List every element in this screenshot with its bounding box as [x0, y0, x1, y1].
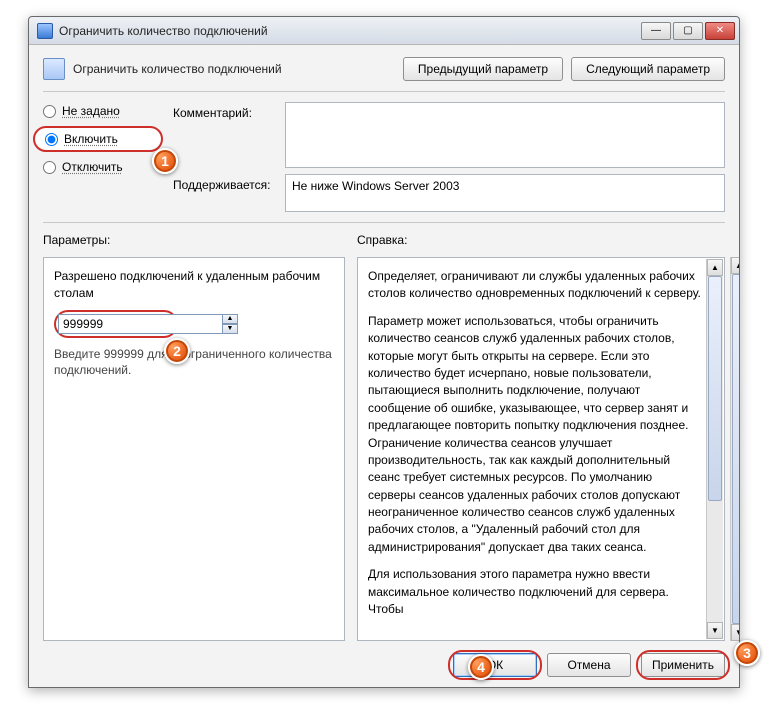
state-radios: Не задано Включить Отключить: [43, 102, 163, 212]
param-label: Разрешено подключений к удаленным рабочи…: [54, 268, 334, 302]
comment-textarea[interactable]: [285, 102, 725, 168]
ok-button[interactable]: ОК: [453, 653, 537, 677]
radio-not-configured-label: Не задано: [62, 104, 120, 118]
connections-spinner: ▲ ▼: [54, 310, 178, 338]
panes-wrap: Разрешено подключений к удаленным рабочи…: [43, 257, 725, 641]
dialog-buttons: ОК Отмена Применить: [43, 651, 725, 677]
window-title: Ограничить количество подключений: [59, 24, 641, 38]
titlebar: Ограничить количество подключений — ▢ ✕: [29, 17, 739, 45]
supported-label: Поддерживается:: [173, 174, 277, 192]
outer-scroll-down[interactable]: ▼: [731, 624, 739, 641]
help-p3: Для использования этого параметра нужно …: [368, 566, 702, 618]
separator: [43, 91, 725, 92]
outer-scrollbar[interactable]: ▲ ▼: [730, 257, 739, 641]
prev-setting-button[interactable]: Предыдущий параметр: [403, 57, 563, 81]
outer-scroll-track[interactable]: [731, 274, 739, 624]
help-pane: Определяет, ограничивают ли службы удале…: [357, 257, 725, 641]
supported-value: Не ниже Windows Server 2003: [285, 174, 725, 212]
radio-not-configured-input[interactable]: [43, 105, 56, 118]
config-row: Не задано Включить Отключить Комментарий…: [43, 102, 725, 212]
radio-disabled[interactable]: Отключить: [43, 160, 163, 174]
scroll-track[interactable]: [707, 276, 723, 622]
cancel-button[interactable]: Отмена: [547, 653, 631, 677]
supported-row: Поддерживается: Не ниже Windows Server 2…: [173, 174, 725, 212]
options-header: Параметры:: [43, 233, 341, 247]
window-buttons: — ▢ ✕: [641, 22, 735, 40]
minimize-button[interactable]: —: [641, 22, 671, 40]
radio-enabled-input[interactable]: [45, 133, 58, 146]
outer-scroll-up[interactable]: ▲: [731, 257, 739, 274]
help-p1: Определяет, ограничивают ли службы удале…: [368, 268, 702, 303]
help-header: Справка:: [357, 233, 725, 247]
columns-head: Параметры: Справка:: [43, 233, 725, 247]
fields-column: Комментарий: Поддерживается: Не ниже Win…: [173, 102, 725, 212]
scroll-up-icon[interactable]: ▲: [707, 259, 723, 276]
apply-button[interactable]: Применить: [641, 653, 725, 677]
radio-not-configured[interactable]: Не задано: [43, 104, 163, 118]
separator-2: [43, 222, 725, 223]
radio-disabled-input[interactable]: [43, 161, 56, 174]
header-row: Ограничить количество подключений Предыд…: [43, 57, 725, 81]
param-hint: Введите 999999 для неограниченного колич…: [54, 346, 334, 380]
options-pane: Разрешено подключений к удаленным рабочи…: [43, 257, 345, 641]
close-button[interactable]: ✕: [705, 22, 735, 40]
help-scrollbar[interactable]: ▲ ▼: [706, 259, 723, 639]
spinner-down[interactable]: ▼: [222, 324, 238, 334]
content-area: Ограничить количество подключений Предыд…: [29, 45, 739, 687]
policy-icon: [43, 58, 65, 80]
dialog-window: Ограничить количество подключений — ▢ ✕ …: [28, 16, 740, 688]
maximize-button[interactable]: ▢: [673, 22, 703, 40]
scroll-thumb[interactable]: [708, 276, 722, 501]
panes: Разрешено подключений к удаленным рабочи…: [43, 257, 725, 641]
spinner-up[interactable]: ▲: [222, 314, 238, 324]
radio-enabled-label: Включить: [64, 132, 118, 146]
spinner-buttons: ▲ ▼: [222, 314, 238, 334]
radio-enabled[interactable]: Включить: [33, 126, 163, 152]
outer-scroll-thumb[interactable]: [732, 274, 739, 624]
connections-input[interactable]: [58, 314, 223, 334]
policy-title: Ограничить количество подключений: [73, 62, 395, 76]
scroll-down-icon[interactable]: ▼: [707, 622, 723, 639]
comment-row: Комментарий:: [173, 102, 725, 168]
next-setting-button[interactable]: Следующий параметр: [571, 57, 725, 81]
radio-disabled-label: Отключить: [62, 160, 123, 174]
help-p2: Параметр может использоваться, чтобы огр…: [368, 313, 702, 556]
comment-label: Комментарий:: [173, 102, 277, 120]
app-icon: [37, 23, 53, 39]
